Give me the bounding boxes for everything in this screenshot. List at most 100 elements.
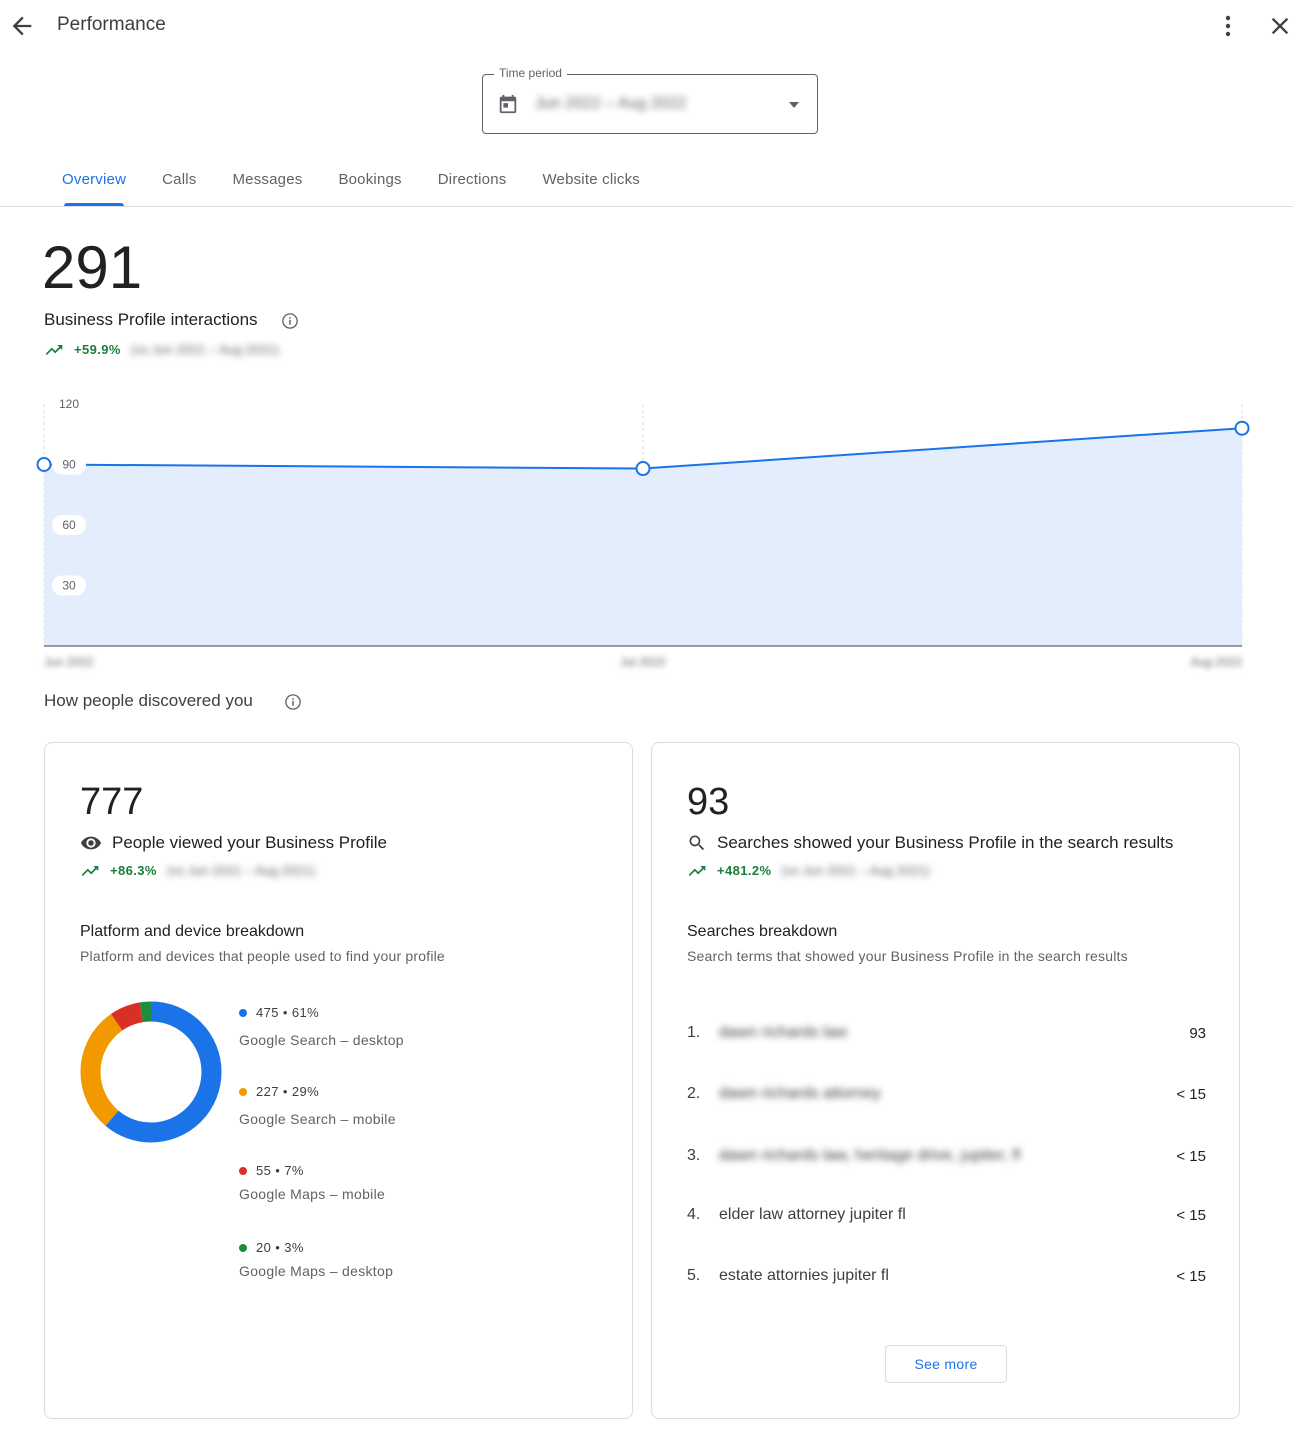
search-term: dawn richards law, heritage drive, jupit… [719, 1147, 1021, 1164]
data-point [635, 461, 651, 477]
interactions-label: Business Profile interactions [44, 310, 258, 329]
interactions-comparison: (vs Jun 2021 – Aug 2021) [130, 342, 280, 357]
platform-breakdown-desc: Platform and devices that people used to… [80, 948, 445, 964]
discovery-title: How people discovered you [44, 691, 253, 710]
views-label-row: People viewed your Business Profile [80, 833, 387, 853]
search-term-index: 1. [687, 1024, 701, 1041]
tab-calls[interactable]: Calls [144, 160, 214, 206]
trending-up-icon [45, 344, 63, 355]
calendar-icon [499, 94, 517, 114]
y-tick-label: 60 [62, 518, 76, 532]
views-comparison: (vs Jun 2021 – Aug 2021) [166, 863, 316, 878]
search-term-count: < 15 [1176, 1147, 1206, 1165]
searches-total: 93 [687, 781, 730, 823]
search-term-count: < 15 [1176, 1267, 1206, 1285]
trending-up-icon [81, 865, 99, 876]
searches-label-row: Searches showed your Business Profile in… [687, 833, 1173, 853]
search-icon [689, 835, 705, 851]
searches-breakdown-title: Searches breakdown [687, 923, 838, 940]
search-term: estate attornies jupiter fl [719, 1267, 889, 1284]
info-icon[interactable] [284, 693, 302, 711]
interactions-trend: +59.9% (vs Jun 2021 – Aug 2021) [44, 342, 279, 357]
tab-bar: Overview Calls Messages Bookings Directi… [44, 160, 658, 206]
legend-item: 227 • 29% Google Search – mobile [239, 1084, 396, 1127]
search-term-row: 2. dawn richards attorney < 15 [687, 1079, 1206, 1109]
legend-dot [239, 1008, 247, 1017]
search-term: elder law attorney jupiter fl [719, 1206, 906, 1223]
search-term-row: 4. elder law attorney jupiter fl < 15 [687, 1200, 1206, 1230]
search-term-row: 3. dawn richards law, heritage drive, ju… [687, 1141, 1206, 1171]
trending-up-icon [688, 865, 706, 876]
info-icon[interactable] [281, 312, 299, 330]
tab-directions[interactable]: Directions [420, 160, 525, 206]
legend-pct: 29% [291, 1084, 320, 1099]
chevron-down-icon[interactable] [786, 99, 802, 111]
legend-dot [239, 1243, 247, 1252]
searches-comparison: (vs Jun 2021 – Aug 2021) [781, 863, 930, 878]
legend-item: 55 • 7% Google Maps – mobile [239, 1163, 386, 1202]
see-more-button[interactable]: See more [885, 1345, 1007, 1383]
profile-views-card: 777 People viewed your Business Profile … [44, 742, 633, 1419]
search-term-row: 1. dawn richards law 93 [687, 1018, 1206, 1048]
total-interactions: 291 [42, 234, 143, 301]
tab-messages[interactable]: Messages [214, 160, 320, 206]
search-term-row: 5. estate attornies jupiter fl < 15 [687, 1261, 1206, 1291]
search-term-index: 3. [687, 1147, 701, 1164]
close-icon[interactable] [1266, 12, 1293, 40]
interactions-chart: 30 60 90 120 Jun 2022 Jul 2022 Aug 2022 [36, 397, 1250, 669]
views-label: People viewed your Business Profile [112, 833, 387, 852]
views-trend: +86.3% (vs Jun 2021 – Aug 2021) [80, 863, 315, 878]
legend-count: 55 [256, 1163, 272, 1178]
time-period-label: Time period [494, 66, 567, 80]
legend-dot [239, 1087, 247, 1096]
searches-trend-value: +481.2% [717, 863, 772, 878]
x-tick-label: Jun 2022 [44, 655, 94, 669]
more-options-icon[interactable] [1216, 12, 1240, 40]
legend-count: 20 [256, 1240, 272, 1255]
x-tick-label: Jul 2022 [620, 655, 666, 669]
page-title: Performance [57, 14, 166, 35]
search-term-index: 4. [687, 1206, 701, 1223]
tab-overview[interactable]: Overview [44, 160, 144, 206]
legend-label: Google Search – mobile [239, 1111, 396, 1127]
search-term-count: < 15 [1176, 1085, 1206, 1103]
y-tick-label: 120 [59, 397, 79, 411]
legend-dot [239, 1166, 247, 1175]
legend-label: Google Search – desktop [239, 1032, 404, 1048]
legend-pct: 3% [284, 1240, 304, 1255]
time-period-value: Jun 2022 – Aug 2022 [535, 95, 687, 112]
search-term: dawn richards law [719, 1024, 848, 1041]
legend-item: 20 • 3% Google Maps – desktop [239, 1240, 394, 1279]
legend-label: Google Maps – desktop [239, 1263, 394, 1279]
search-term-index: 5. [687, 1267, 701, 1284]
platform-donut-chart [80, 1001, 222, 1143]
back-arrow-icon[interactable] [8, 12, 36, 40]
eye-icon [80, 836, 102, 850]
legend-pct: 7% [284, 1163, 304, 1178]
legend-count: 227 [256, 1084, 279, 1099]
data-point [36, 457, 52, 472]
searches-card: 93 Searches showed your Business Profile… [651, 742, 1240, 1419]
tab-website-clicks[interactable]: Website clicks [524, 160, 658, 206]
tabs-divider [0, 206, 1293, 207]
y-tick-label: 30 [62, 579, 76, 593]
searches-label: Searches showed your Business Profile in… [717, 833, 1174, 852]
y-tick-label: 90 [62, 458, 76, 472]
views-trend-value: +86.3% [110, 863, 157, 878]
views-total: 777 [80, 781, 144, 823]
searches-breakdown-desc: Search terms that showed your Business P… [687, 948, 1128, 964]
tab-bookings[interactable]: Bookings [320, 160, 419, 206]
platform-breakdown-title: Platform and device breakdown [80, 923, 305, 940]
legend-count: 475 [256, 1005, 279, 1020]
search-term-count: 93 [1189, 1024, 1206, 1042]
legend-item: 475 • 61% Google Search – desktop [239, 1005, 404, 1048]
x-tick-label: Aug 2022 [1191, 655, 1243, 669]
search-term: dawn richards attorney [719, 1085, 881, 1102]
searches-trend: +481.2% (vs Jun 2021 – Aug 2021) [687, 863, 930, 878]
search-term-index: 2. [687, 1085, 701, 1102]
legend-label: Google Maps – mobile [239, 1186, 386, 1202]
search-term-count: < 15 [1176, 1206, 1206, 1224]
legend-pct: 61% [291, 1005, 320, 1020]
interactions-trend-value: +59.9% [74, 342, 121, 357]
data-point [1234, 420, 1250, 436]
